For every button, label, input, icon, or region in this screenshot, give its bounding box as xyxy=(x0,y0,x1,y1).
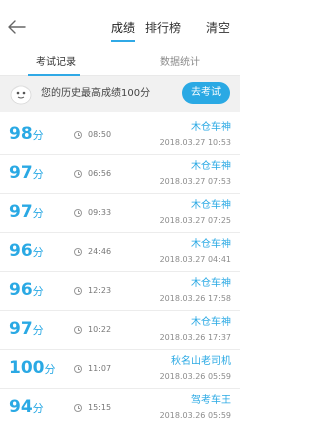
record-duration: 09:33 xyxy=(74,207,111,218)
clock-icon xyxy=(74,130,82,139)
sub-tabs: 考试记录 数据统计 xyxy=(0,52,240,76)
record-user-name: 木仓车神 xyxy=(191,317,231,328)
record-duration: 24:46 xyxy=(74,246,111,257)
record-date: 2018.03.26 05:59 xyxy=(159,411,231,420)
record-score: 100分 xyxy=(9,358,56,378)
record-row[interactable]: 97分 10:22 木仓车神 2018.03.26 17:37 xyxy=(0,311,240,350)
record-date: 2018.03.26 05:59 xyxy=(159,372,231,381)
tab-leaderboard[interactable]: 排行榜 xyxy=(140,20,186,46)
clear-button[interactable]: 清空 xyxy=(206,20,230,36)
record-user-name: 木仓车神 xyxy=(191,122,231,133)
record-duration: 08:50 xyxy=(74,129,111,140)
clock-icon xyxy=(74,208,82,217)
record-date: 2018.03.27 07:25 xyxy=(159,216,231,225)
record-user-name: 木仓车神 xyxy=(191,161,231,172)
record-date: 2018.03.27 10:53 xyxy=(159,138,231,147)
record-row[interactable]: 97分 06:56 木仓车神 2018.03.27 07:53 xyxy=(0,155,240,194)
top-tabs: 成绩 排行榜 xyxy=(106,20,186,46)
record-duration: 06:56 xyxy=(74,168,111,179)
record-row[interactable]: 97分 09:33 木仓车神 2018.03.27 07:25 xyxy=(0,194,240,233)
record-duration: 11:07 xyxy=(74,363,111,374)
record-score: 94分 xyxy=(9,397,44,417)
record-date: 2018.03.26 17:58 xyxy=(159,294,231,303)
back-arrow-icon[interactable] xyxy=(8,20,30,36)
clock-icon xyxy=(74,403,82,412)
tab-scores[interactable]: 成绩 xyxy=(106,20,140,46)
top-bar: 成绩 排行榜 清空 xyxy=(0,0,240,44)
record-score: 97分 xyxy=(9,202,44,222)
clock-icon xyxy=(74,247,82,256)
subtab-statistics[interactable]: 数据统计 xyxy=(160,56,200,69)
clock-icon xyxy=(74,364,82,373)
record-row[interactable]: 96分 12:23 木仓车神 2018.03.26 17:58 xyxy=(0,272,240,311)
record-date: 2018.03.26 17:37 xyxy=(159,333,231,342)
record-duration: 12:23 xyxy=(74,285,111,296)
record-score: 96分 xyxy=(9,241,44,261)
record-row[interactable]: 100分 11:07 秋名山老司机 2018.03.26 05:59 xyxy=(0,350,240,389)
record-duration: 15:15 xyxy=(74,402,111,413)
mascot-avatar-icon xyxy=(10,83,32,105)
subtab-exam-records[interactable]: 考试记录 xyxy=(36,56,76,69)
record-row[interactable]: 94分 15:15 驾考车王 2018.03.26 05:59 xyxy=(0,389,240,426)
record-score: 96分 xyxy=(9,280,44,300)
record-row[interactable]: 96分 24:46 木仓车神 2018.03.27 04:41 xyxy=(0,233,240,272)
record-date: 2018.03.27 07:53 xyxy=(159,177,231,186)
record-user-name: 秋名山老司机 xyxy=(171,356,231,367)
records-list: 98分 08:50 木仓车神 2018.03.27 10:53 97分 06:5… xyxy=(0,116,240,426)
record-row[interactable]: 98分 08:50 木仓车神 2018.03.27 10:53 xyxy=(0,116,240,155)
record-user-name: 木仓车神 xyxy=(191,278,231,289)
clock-icon xyxy=(74,169,82,178)
record-score: 97分 xyxy=(9,163,44,183)
clock-icon xyxy=(74,325,82,334)
record-duration: 10:22 xyxy=(74,324,111,335)
record-user-name: 木仓车神 xyxy=(191,200,231,211)
best-score-text: 您的历史最高成绩100分 xyxy=(41,88,151,99)
record-user-name: 木仓车神 xyxy=(191,239,231,250)
go-exam-button[interactable]: 去考试 xyxy=(182,82,230,104)
clock-icon xyxy=(74,286,82,295)
record-score: 97分 xyxy=(9,319,44,339)
record-score: 98分 xyxy=(9,124,44,144)
record-user-name: 驾考车王 xyxy=(191,395,231,406)
record-date: 2018.03.27 04:41 xyxy=(159,255,231,264)
